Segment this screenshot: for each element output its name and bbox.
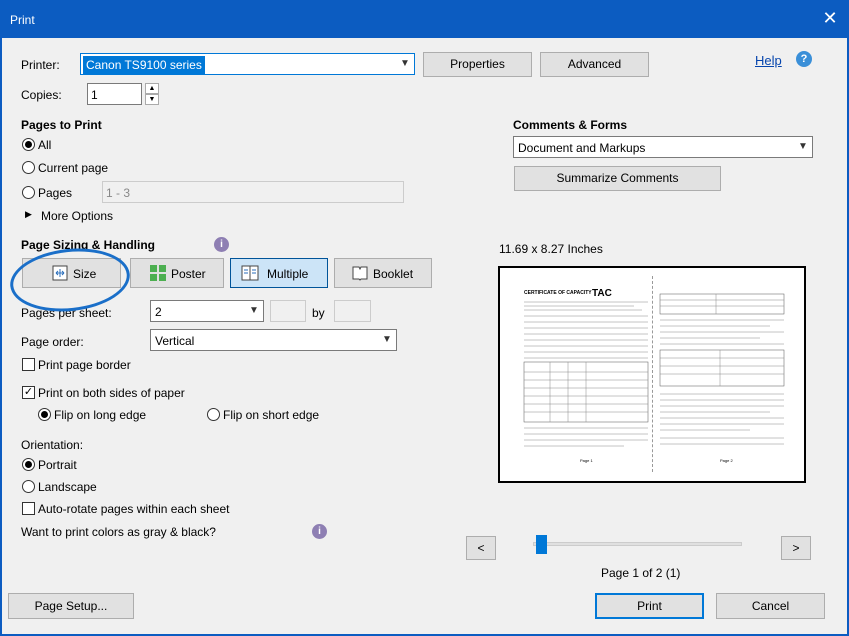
window-border-left: [0, 38, 2, 636]
copies-value: 1: [91, 88, 98, 102]
radio-portrait[interactable]: [22, 458, 35, 471]
page-order-label: Page order:: [21, 335, 84, 349]
radio-pages[interactable]: [22, 186, 35, 199]
print-page-border-checkbox[interactable]: [22, 358, 35, 371]
poster-mode-label: Poster: [171, 267, 206, 281]
landscape-label: Landscape: [38, 480, 97, 494]
gray-black-question: Want to print colors as gray & black?: [21, 525, 216, 539]
page-slider-track[interactable]: [533, 542, 742, 546]
next-page-button[interactable]: >: [781, 536, 811, 560]
radio-flip-long-edge[interactable]: [38, 408, 51, 421]
print-page-border-label: Print page border: [38, 358, 131, 372]
pages-per-sheet-value: 2: [155, 305, 162, 319]
multiple-pages-icon: [241, 265, 259, 281]
radio-all[interactable]: [22, 138, 35, 151]
pages-range-value: 1 - 3: [106, 186, 131, 200]
chevron-down-icon: ▼: [249, 305, 259, 316]
page-divider: [652, 276, 653, 472]
info-icon[interactable]: i: [214, 237, 229, 252]
page-footer-left: Page 1: [580, 458, 593, 463]
tac-logo: TAC: [592, 288, 612, 299]
booklet-mode-label: Booklet: [373, 267, 414, 281]
pages-to-print-heading: Pages to Print: [21, 118, 102, 132]
page-indicator: Page 1 of 2 (1): [601, 566, 681, 580]
stepper-up-icon[interactable]: ▲: [145, 83, 159, 94]
copies-stepper[interactable]: ▲ ▼: [145, 83, 159, 105]
chevron-down-icon: ▼: [382, 334, 392, 345]
cancel-button[interactable]: Cancel: [716, 593, 825, 619]
radio-current-page-label: Current page: [38, 161, 109, 175]
comments-forms-select[interactable]: Document and Markups ▼: [513, 136, 813, 158]
both-sides-checkbox[interactable]: ✓: [22, 386, 35, 399]
page-order-select[interactable]: Vertical ▼: [150, 329, 397, 351]
document-page-thumbnail: CERTIFICATE OF CAPACITY TAC Page 1: [523, 288, 649, 463]
certificate-heading: CERTIFICATE OF CAPACITY: [524, 290, 592, 296]
advanced-button[interactable]: Advanced: [540, 52, 649, 77]
summarize-comments-button[interactable]: Summarize Comments: [514, 166, 721, 191]
flip-short-edge-label: Flip on short edge: [223, 408, 320, 422]
page-setup-button[interactable]: Page Setup...: [8, 593, 134, 619]
help-link[interactable]: Help: [755, 53, 782, 68]
page-footer-right: Page 2: [720, 458, 733, 463]
radio-current-page[interactable]: [22, 161, 35, 174]
window-title: Print: [10, 13, 35, 27]
previous-page-button[interactable]: <: [466, 536, 496, 560]
copies-label: Copies:: [21, 88, 62, 102]
printer-label: Printer:: [21, 58, 60, 72]
radio-landscape[interactable]: [22, 480, 35, 493]
preview-page-right: Page 2: [656, 276, 806, 472]
radio-flip-short-edge[interactable]: [207, 408, 220, 421]
auto-rotate-label: Auto-rotate pages within each sheet: [38, 502, 230, 516]
booklet-mode-button[interactable]: Booklet: [334, 258, 432, 288]
more-options-toggle[interactable]: More Options: [41, 209, 113, 223]
printer-select-value: Canon TS9100 series: [83, 56, 205, 74]
both-sides-label: Print on both sides of paper: [38, 386, 185, 400]
flip-long-edge-label: Flip on long edge: [54, 408, 147, 422]
copies-input[interactable]: 1: [87, 83, 142, 105]
pages-per-sheet-rows-input[interactable]: [334, 300, 371, 322]
page-slider-thumb[interactable]: [536, 535, 547, 554]
preview-page-left: CERTIFICATE OF CAPACITY TAC Page 1: [510, 276, 660, 472]
info-icon[interactable]: i: [312, 524, 327, 539]
chevron-down-icon: ▼: [400, 58, 410, 69]
auto-rotate-checkbox[interactable]: [22, 502, 35, 515]
document-page-thumbnail: Page 2: [659, 293, 785, 463]
pages-per-sheet-cols-input[interactable]: [270, 300, 306, 322]
question-circle-icon[interactable]: ?: [796, 51, 812, 67]
chevron-down-icon: ▼: [798, 141, 808, 152]
booklet-icon: [352, 266, 368, 281]
print-preview: CERTIFICATE OF CAPACITY TAC Page 1 Page …: [498, 266, 806, 483]
print-button[interactable]: Print: [595, 593, 704, 619]
pages-range-input[interactable]: 1 - 3: [102, 181, 404, 203]
radio-pages-label: Pages: [38, 186, 73, 200]
properties-button[interactable]: Properties: [423, 52, 532, 77]
poster-icon: [150, 265, 166, 281]
radio-all-label: All: [38, 138, 52, 152]
title-bar: Print ✕: [0, 0, 849, 38]
multiple-mode-label: Multiple: [267, 267, 309, 281]
pages-per-sheet-select[interactable]: 2 ▼: [150, 300, 264, 322]
close-icon[interactable]: ✕: [820, 8, 840, 29]
comments-forms-heading: Comments & Forms: [513, 118, 628, 132]
printer-select[interactable]: Canon TS9100 series ▼: [80, 53, 415, 75]
poster-mode-button[interactable]: Poster: [130, 258, 224, 288]
orientation-heading: Orientation:: [21, 438, 84, 452]
by-label: by: [312, 306, 325, 320]
portrait-label: Portrait: [38, 458, 77, 472]
page-order-value: Vertical: [155, 334, 195, 348]
multiple-mode-button[interactable]: Multiple: [230, 258, 328, 288]
paper-size-text: 11.69 x 8.27 Inches: [499, 242, 603, 256]
triangle-right-icon[interactable]: ▶: [25, 209, 32, 220]
comments-forms-value: Document and Markups: [518, 141, 646, 155]
stepper-down-icon[interactable]: ▼: [145, 94, 159, 105]
